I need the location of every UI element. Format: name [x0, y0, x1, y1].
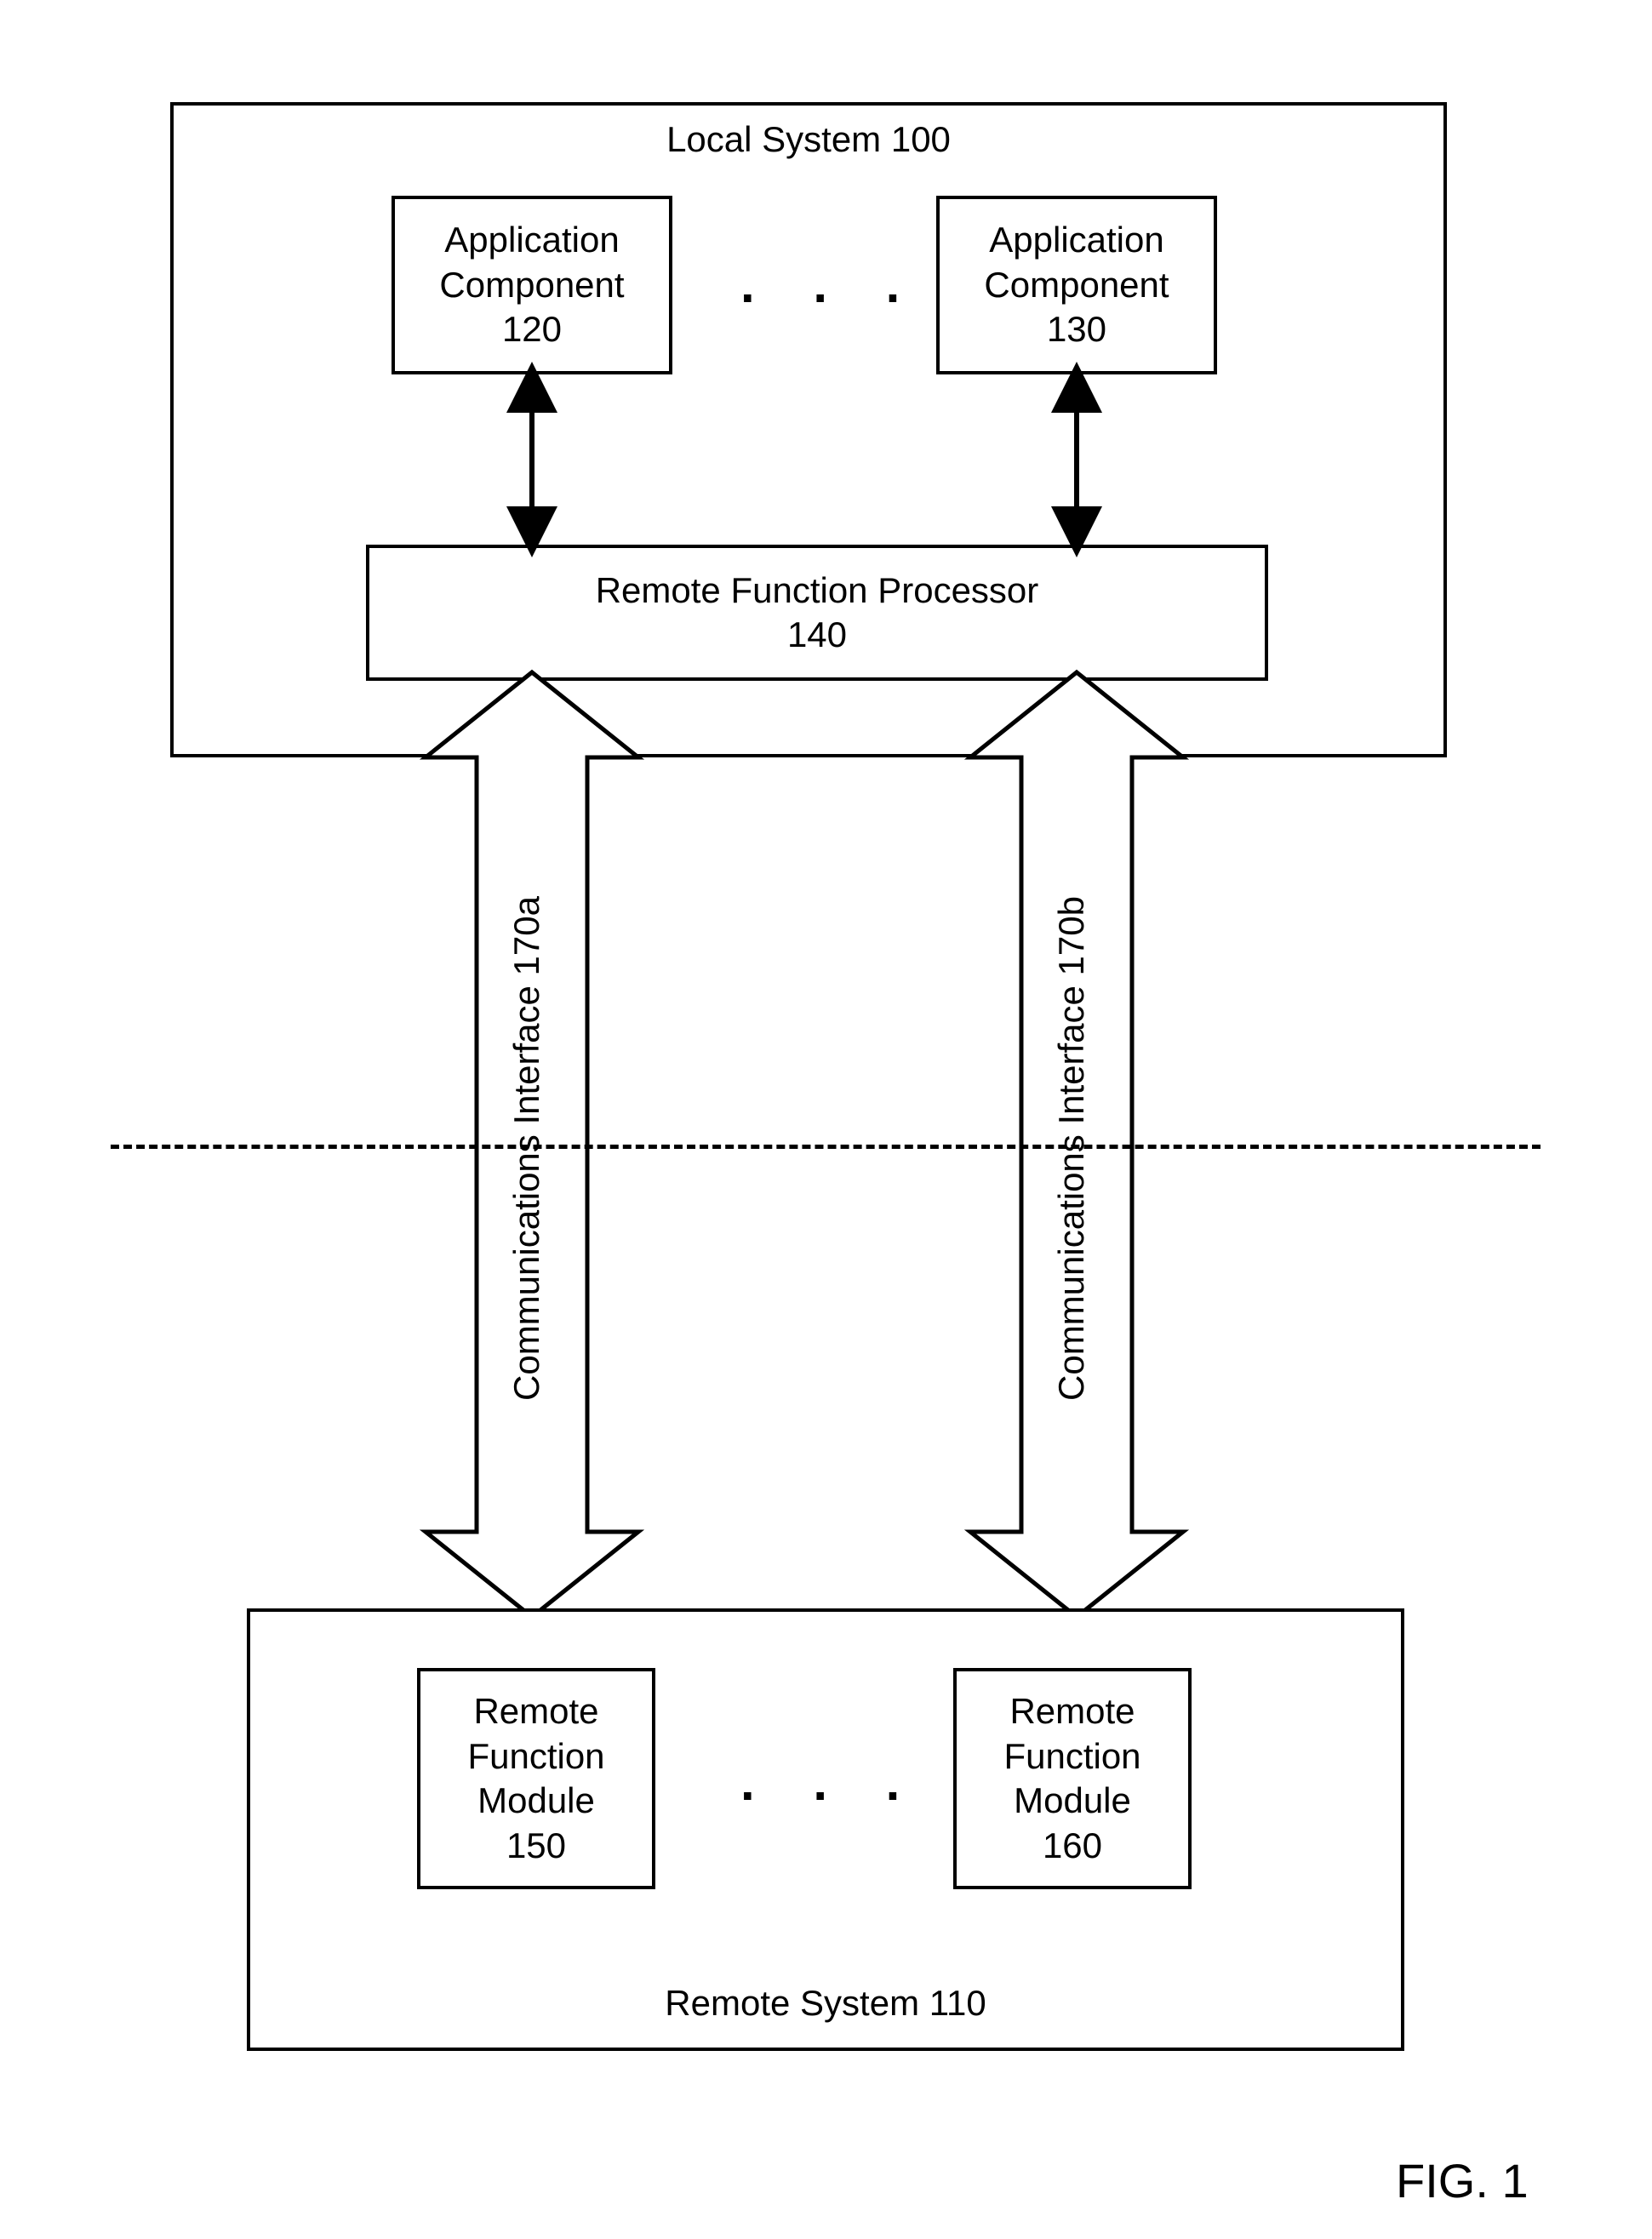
app-comp-ellipsis: . . .: [740, 255, 922, 314]
comm-interface-170a-label: Communications Interface 170a: [506, 800, 547, 1498]
rfm-160-line2: Function: [1003, 1734, 1140, 1779]
comm-interface-170b-label: Communications Interface 170b: [1051, 800, 1092, 1498]
app-component-120: Application Component 120: [392, 196, 672, 374]
remote-function-processor: Remote Function Processor 140: [366, 545, 1268, 681]
app-component-130: Application Component 130: [936, 196, 1217, 374]
rfm-150-line3: Module: [477, 1779, 595, 1824]
rfm-ellipsis: . . .: [740, 1753, 922, 1812]
rfm-160-line4: 160: [1043, 1824, 1102, 1869]
local-system-title: Local System 100: [170, 119, 1447, 160]
app-comp-130-line1: Application: [989, 218, 1163, 263]
figure-label: FIG. 1: [1396, 2153, 1529, 2208]
rfm-160-line3: Module: [1014, 1779, 1131, 1824]
remote-system-title: Remote System 110: [247, 1983, 1404, 2024]
app-comp-120-line1: Application: [444, 218, 619, 263]
app-comp-130-line2: Component: [984, 263, 1169, 308]
rfm-150-line1: Remote: [473, 1689, 598, 1734]
rfm-150-line2: Function: [467, 1734, 604, 1779]
rfp-line2: 140: [787, 613, 847, 658]
rfp-line1: Remote Function Processor: [596, 568, 1039, 614]
app-comp-130-line3: 130: [1047, 307, 1106, 352]
remote-function-module-160: Remote Function Module 160: [953, 1668, 1192, 1889]
rfm-150-line4: 150: [506, 1824, 566, 1869]
boundary-dashed-line: [111, 1145, 1541, 1149]
remote-function-module-150: Remote Function Module 150: [417, 1668, 655, 1889]
app-comp-120-line3: 120: [502, 307, 562, 352]
rfm-160-line1: Remote: [1009, 1689, 1135, 1734]
app-comp-120-line2: Component: [439, 263, 624, 308]
